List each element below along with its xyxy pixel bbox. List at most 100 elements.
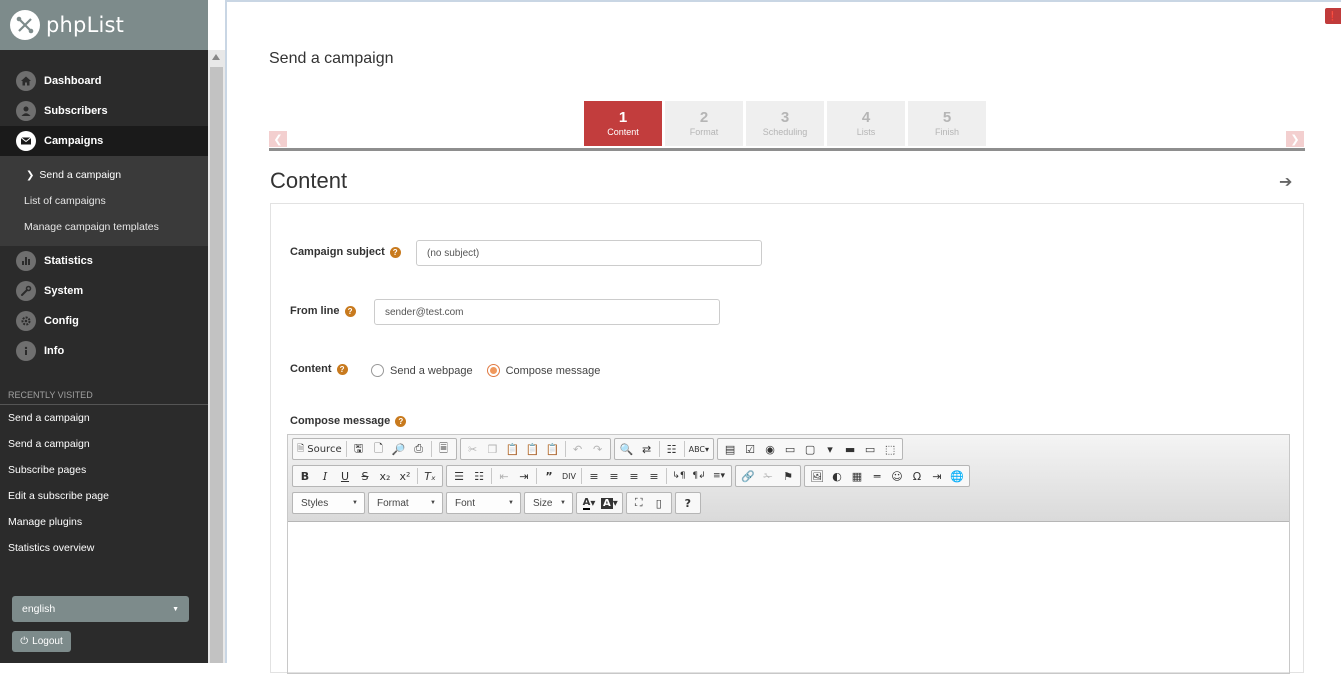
step-content[interactable]: 1 Content	[584, 101, 662, 146]
nav-item-dashboard[interactable]: Dashboard	[0, 66, 208, 96]
ltr-icon[interactable]: ↳¶	[669, 467, 689, 485]
blockquote-icon[interactable]: ”	[539, 467, 559, 485]
from-line-input[interactable]: sender@test.com	[374, 299, 720, 325]
language-select[interactable]: english ▼	[12, 596, 189, 622]
help-about-icon[interactable]: ?	[678, 494, 698, 512]
editor-content-area[interactable]	[288, 522, 1289, 672]
checkbox-icon[interactable]: ☑	[740, 440, 760, 458]
image-icon[interactable]: 🖼	[807, 467, 827, 485]
copy-icon[interactable]: ❐	[483, 440, 503, 458]
smiley-icon[interactable]: ☺	[887, 467, 907, 485]
nav-item-statistics[interactable]: Statistics	[0, 246, 208, 276]
subnav-send-campaign[interactable]: ❯ Send a campaign	[0, 162, 208, 188]
image-button-icon[interactable]: ▭	[860, 440, 880, 458]
bg-color-icon[interactable]: A ▾	[599, 494, 620, 512]
strikethrough-icon[interactable]: S	[355, 467, 375, 485]
align-center-icon[interactable]: ≡	[604, 467, 624, 485]
horizontal-line-icon[interactable]: ═	[867, 467, 887, 485]
radio-send-webpage[interactable]	[371, 364, 384, 377]
italic-icon[interactable]: I	[315, 467, 335, 485]
preview-icon[interactable]: 🔎	[389, 440, 409, 458]
recent-item[interactable]: Send a campaign	[0, 405, 208, 431]
find-icon[interactable]: 🔍	[617, 440, 637, 458]
superscript-icon[interactable]: x²	[395, 467, 415, 485]
recent-item[interactable]: Subscribe pages	[0, 457, 208, 483]
recent-item[interactable]: Edit a subscribe page	[0, 483, 208, 509]
templates-icon[interactable]: 🗏	[434, 440, 454, 458]
indent-icon[interactable]: ⇥	[514, 467, 534, 485]
special-char-icon[interactable]: Ω	[907, 467, 927, 485]
font-dropdown[interactable]: Font ▼	[446, 492, 521, 514]
hidden-field-icon[interactable]: ⬚	[880, 440, 900, 458]
step-format[interactable]: 2 Format	[665, 101, 743, 146]
radio-compose-message[interactable]	[486, 364, 500, 377]
form-icon[interactable]: ▤	[720, 440, 740, 458]
maximize-icon[interactable]: ⛶	[629, 494, 649, 512]
undo-icon[interactable]: ↶	[568, 440, 588, 458]
recent-item[interactable]: Manage plugins	[0, 509, 208, 535]
unlink-icon[interactable]: ✁	[758, 467, 778, 485]
scroll-thumb[interactable]	[210, 67, 223, 663]
radio-label[interactable]: Send a webpage	[390, 365, 473, 377]
subnav-manage-templates[interactable]: Manage campaign templates	[0, 214, 208, 240]
step-scheduling[interactable]: 3 Scheduling	[746, 101, 824, 146]
arrow-right-icon[interactable]: ➔	[1279, 172, 1292, 192]
scroll-up-icon[interactable]	[212, 54, 220, 60]
page-break-icon[interactable]: ⇥	[927, 467, 947, 485]
align-left-icon[interactable]: ≡	[584, 467, 604, 485]
div-container-icon[interactable]: DIV	[559, 467, 579, 485]
paste-word-icon[interactable]: 📋	[543, 440, 563, 458]
redo-icon[interactable]: ↷	[588, 440, 608, 458]
sidebar-scrollbar[interactable]	[208, 50, 225, 663]
step-finish[interactable]: 5 Finish	[908, 101, 986, 146]
subnav-list-campaigns[interactable]: List of campaigns	[0, 188, 208, 214]
step-prev-arrow-icon[interactable]: ❮	[269, 131, 287, 147]
help-icon[interactable]: ?	[336, 363, 348, 375]
step-next-arrow-icon[interactable]: ❯	[1286, 131, 1304, 147]
cut-icon[interactable]: ✂	[463, 440, 483, 458]
iframe-globe-icon[interactable]: 🌐	[947, 467, 967, 485]
nav-item-config[interactable]: Config	[0, 306, 208, 336]
print-icon[interactable]: ⎙	[409, 440, 429, 458]
spellcheck-icon[interactable]: ABC▾	[687, 440, 711, 458]
help-icon[interactable]: ?	[395, 415, 407, 427]
nav-item-subscribers[interactable]: Subscribers	[0, 96, 208, 126]
subscript-icon[interactable]: x₂	[375, 467, 395, 485]
anchor-flag-icon[interactable]: ⚑	[778, 467, 798, 485]
underline-icon[interactable]: U	[335, 467, 355, 485]
textarea-icon[interactable]: ▢	[800, 440, 820, 458]
help-icon[interactable]: ?	[389, 246, 401, 258]
alert-badge-icon[interactable]: ❗	[1325, 8, 1341, 24]
recent-item[interactable]: Send a campaign	[0, 431, 208, 457]
radio-label[interactable]: Compose message	[506, 365, 601, 377]
help-icon[interactable]: ?	[344, 305, 356, 317]
numbered-list-icon[interactable]: ☰	[449, 467, 469, 485]
new-page-icon[interactable]: 🗋	[369, 440, 389, 458]
bold-icon[interactable]: B	[295, 467, 315, 485]
link-icon[interactable]: 🔗	[738, 467, 758, 485]
nav-item-campaigns[interactable]: Campaigns	[0, 126, 208, 156]
align-right-icon[interactable]: ≡	[624, 467, 644, 485]
textfield-icon[interactable]: ▭	[780, 440, 800, 458]
logo-bar[interactable]: phpList	[0, 0, 208, 50]
recent-item[interactable]: Statistics overview	[0, 535, 208, 561]
nav-item-system[interactable]: System	[0, 276, 208, 306]
button-field-icon[interactable]: ▬	[840, 440, 860, 458]
source-button[interactable]: 🗎 Source	[295, 440, 344, 458]
replace-icon[interactable]: ⇄	[637, 440, 657, 458]
styles-dropdown[interactable]: Styles ▼	[292, 492, 365, 514]
campaign-subject-input[interactable]: (no subject)	[416, 240, 762, 266]
step-lists[interactable]: 4 Lists	[827, 101, 905, 146]
radio-icon[interactable]: ◉	[760, 440, 780, 458]
paste-text-icon[interactable]: 📋	[523, 440, 543, 458]
table-icon[interactable]: ▦	[847, 467, 867, 485]
text-color-icon[interactable]: A ▾	[579, 494, 599, 512]
paste-icon[interactable]: 📋	[503, 440, 523, 458]
justify-icon[interactable]: ≡	[644, 467, 664, 485]
size-dropdown[interactable]: Size ▼	[524, 492, 573, 514]
select-all-icon[interactable]: ☷	[662, 440, 682, 458]
bulleted-list-icon[interactable]: ☷	[469, 467, 489, 485]
logout-button[interactable]: ⏻ Logout	[12, 631, 71, 652]
outdent-icon[interactable]: ⇤	[494, 467, 514, 485]
remove-format-icon[interactable]: Tₓ	[420, 467, 440, 485]
